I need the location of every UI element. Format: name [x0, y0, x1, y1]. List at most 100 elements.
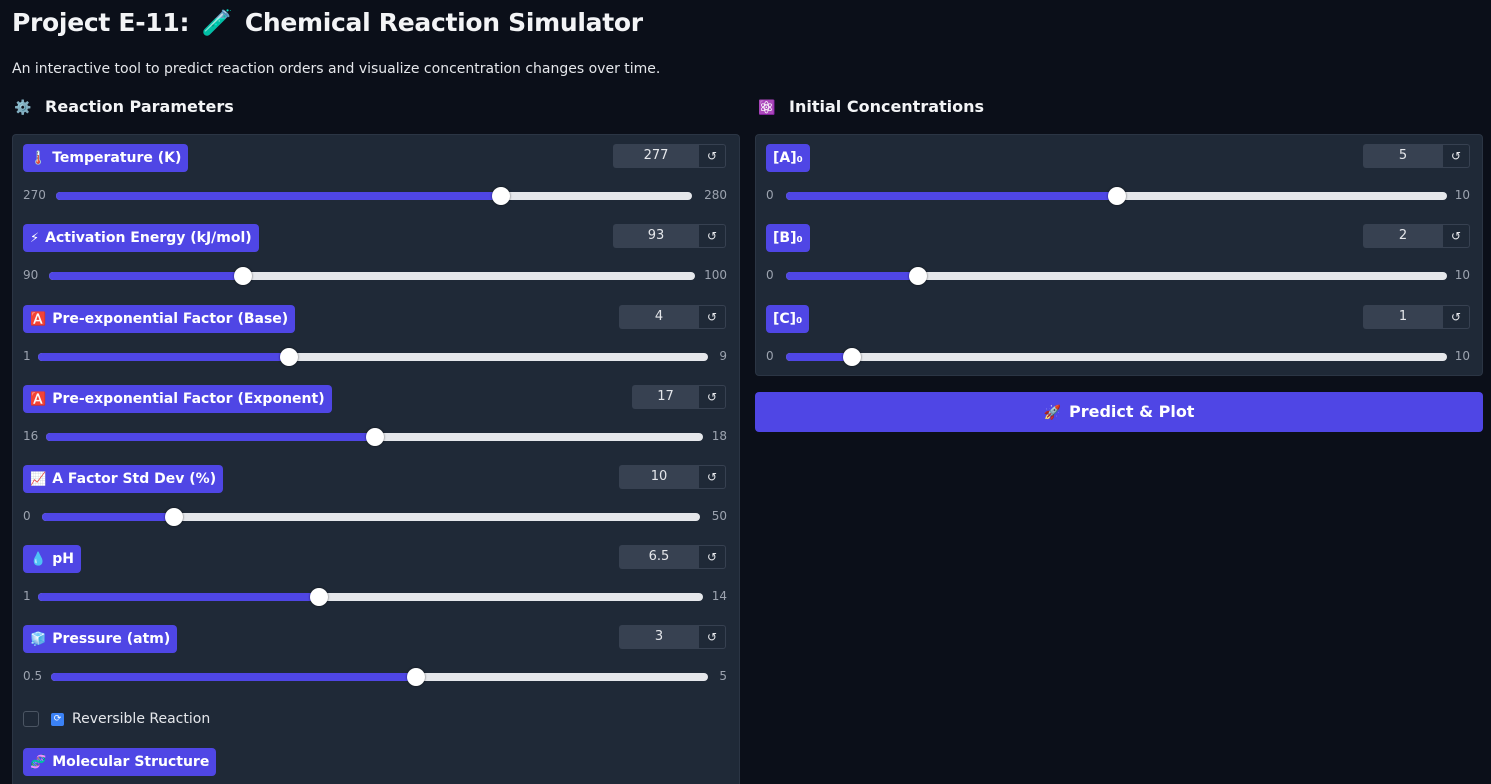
- temperature-label: 🌡️ Temperature (K): [23, 144, 189, 172]
- conc-c-reset-button[interactable]: ↺: [1443, 305, 1470, 329]
- pre-exp-base-reset-button[interactable]: ↺: [699, 305, 726, 329]
- initial-concentrations-panel: [A]₀ 5 ↺ 0 10 [B]₀ 2 ↺ 0 10 [C]₀ 1 ↺ 0 1…: [755, 134, 1483, 376]
- temperature-label-text: Temperature (K): [52, 150, 182, 166]
- reaction-parameters-heading-text: Reaction Parameters: [45, 97, 234, 116]
- droplet-icon: 💧: [30, 552, 47, 567]
- conc-b-label: [B]₀: [766, 224, 810, 252]
- predict-and-plot-button[interactable]: 🚀 Predict & Plot: [755, 392, 1483, 432]
- conc-b-slider-thumb[interactable]: [909, 267, 928, 285]
- conc-a-number: 5 ↺: [1363, 144, 1470, 168]
- initial-concentrations-heading-text: Initial Concentrations: [789, 97, 985, 116]
- a-factor-std-dev-label-text: A Factor Std Dev (%): [52, 471, 217, 487]
- ph-input[interactable]: 6.5: [619, 545, 699, 569]
- dna-icon: 🧬: [30, 755, 47, 770]
- pre-exp-base-control: 🅰️ Pre-exponential Factor (Base) 4 ↺ 1 9: [23, 296, 727, 368]
- a-factor-std-dev-min: 0: [23, 509, 31, 523]
- activation-energy-slider-thumb[interactable]: [233, 267, 252, 285]
- lightning-icon: ⚡: [30, 231, 40, 246]
- pre-exp-base-min: 1: [23, 349, 31, 363]
- pre-exp-base-slider-fill: [38, 353, 290, 361]
- temperature-slider-thumb[interactable]: [492, 187, 511, 205]
- molecular-structure-label-text: Molecular Structure: [52, 754, 210, 770]
- a-factor-std-dev-slider[interactable]: [42, 508, 700, 526]
- pre-exp-base-max: 9: [719, 349, 727, 363]
- temperature-number: 277 ↺: [613, 144, 726, 168]
- ph-slider[interactable]: [38, 588, 703, 606]
- conc-c-slider-thumb[interactable]: [843, 348, 862, 366]
- a-factor-std-dev-reset-button[interactable]: ↺: [699, 465, 726, 489]
- activation-energy-label-text: Activation Energy (kJ/mol): [45, 230, 252, 246]
- a-factor-std-dev-slider-fill: [42, 513, 174, 521]
- ph-max: 14: [711, 589, 727, 603]
- temperature-max: 280: [704, 188, 727, 202]
- conc-a-max: 10: [1454, 188, 1470, 202]
- reversible-reaction-checkbox[interactable]: [23, 711, 39, 727]
- activation-energy-max: 100: [704, 268, 727, 282]
- activation-energy-slider-fill: [49, 272, 243, 280]
- ph-label: 💧 pH: [23, 545, 81, 573]
- ph-label-text: pH: [52, 551, 74, 567]
- pre-exp-base-label-text: Pre-exponential Factor (Base): [52, 311, 289, 327]
- conc-b-control: [B]₀ 2 ↺ 0 10: [766, 215, 1470, 287]
- pre-exp-exponent-label: 🅰️ Pre-exponential Factor (Exponent): [23, 385, 332, 413]
- conc-a-reset-button[interactable]: ↺: [1443, 144, 1470, 168]
- chart-increasing-icon: 📈: [30, 472, 47, 487]
- conc-b-number: 2 ↺: [1363, 224, 1470, 248]
- pressure-control: 🧊 Pressure (atm) 3 ↺ 0.5 5: [23, 616, 727, 688]
- pressure-label-text: Pressure (atm): [52, 631, 171, 647]
- temperature-min: 270: [23, 188, 46, 202]
- conc-c-input[interactable]: 1: [1363, 305, 1443, 329]
- conc-a-slider-fill: [786, 192, 1117, 200]
- pre-exp-exponent-label-text: Pre-exponential Factor (Exponent): [52, 391, 325, 407]
- reversible-reaction-option[interactable]: ⟳ Reversible Reaction: [23, 709, 210, 729]
- activation-energy-label: ⚡ Activation Energy (kJ/mol): [23, 224, 259, 252]
- pre-exp-exponent-slider-thumb[interactable]: [365, 428, 384, 446]
- pre-exp-exponent-reset-button[interactable]: ↺: [699, 385, 726, 409]
- conc-c-max: 10: [1454, 349, 1470, 363]
- conc-b-min: 0: [766, 268, 774, 282]
- letter-a-icon: 🅰️: [30, 312, 47, 327]
- reversible-reaction-label: Reversible Reaction: [72, 711, 211, 727]
- pre-exp-base-number: 4 ↺: [619, 305, 726, 329]
- temperature-input[interactable]: 277: [613, 144, 699, 168]
- gear-icon: ⚙️: [14, 100, 32, 116]
- a-factor-std-dev-label: 📈 A Factor Std Dev (%): [23, 465, 224, 493]
- refresh-icon: ⟳: [51, 712, 64, 726]
- temperature-slider[interactable]: [56, 187, 692, 205]
- activation-energy-min: 90: [23, 268, 39, 282]
- pre-exp-base-slider[interactable]: [38, 348, 708, 366]
- conc-c-slider[interactable]: [786, 348, 1447, 366]
- conc-a-slider-thumb[interactable]: [1107, 187, 1126, 205]
- a-factor-std-dev-input[interactable]: 10: [619, 465, 699, 489]
- temperature-slider-fill: [56, 192, 502, 200]
- conc-b-input[interactable]: 2: [1363, 224, 1443, 248]
- thermometer-icon: 🌡️: [30, 151, 47, 166]
- pressure-reset-button[interactable]: ↺: [699, 625, 726, 649]
- a-factor-std-dev-slider-thumb[interactable]: [164, 508, 183, 526]
- conc-b-max: 10: [1454, 268, 1470, 282]
- activation-energy-number: 93 ↺: [613, 224, 726, 248]
- pre-exp-base-slider-thumb[interactable]: [280, 348, 299, 366]
- ph-slider-thumb[interactable]: [310, 588, 329, 606]
- pressure-slider-fill: [51, 673, 417, 681]
- activation-energy-control: ⚡ Activation Energy (kJ/mol) 93 ↺ 90 100: [23, 215, 727, 287]
- pre-exp-exponent-input[interactable]: 17: [632, 385, 699, 409]
- activation-energy-input[interactable]: 93: [613, 224, 699, 248]
- conc-b-reset-button[interactable]: ↺: [1443, 224, 1470, 248]
- pressure-slider[interactable]: [51, 668, 708, 686]
- conc-c-min: 0: [766, 349, 774, 363]
- activation-energy-slider[interactable]: [49, 267, 695, 285]
- conc-a-input[interactable]: 5: [1363, 144, 1443, 168]
- activation-energy-reset-button[interactable]: ↺: [699, 224, 726, 248]
- pre-exp-base-input[interactable]: 4: [619, 305, 699, 329]
- reaction-parameters-panel: 🌡️ Temperature (K) 277 ↺ 270 280 ⚡ Activat…: [12, 134, 740, 784]
- pressure-slider-thumb[interactable]: [407, 668, 426, 686]
- pressure-min: 0.5: [23, 669, 43, 683]
- atom-icon: ⚛️: [758, 100, 776, 116]
- pre-exp-exponent-slider[interactable]: [46, 428, 703, 446]
- ph-reset-button[interactable]: ↺: [699, 545, 726, 569]
- pressure-input[interactable]: 3: [619, 625, 699, 649]
- conc-a-slider[interactable]: [786, 187, 1447, 205]
- conc-b-slider[interactable]: [786, 267, 1447, 285]
- temperature-reset-button[interactable]: ↺: [699, 144, 726, 168]
